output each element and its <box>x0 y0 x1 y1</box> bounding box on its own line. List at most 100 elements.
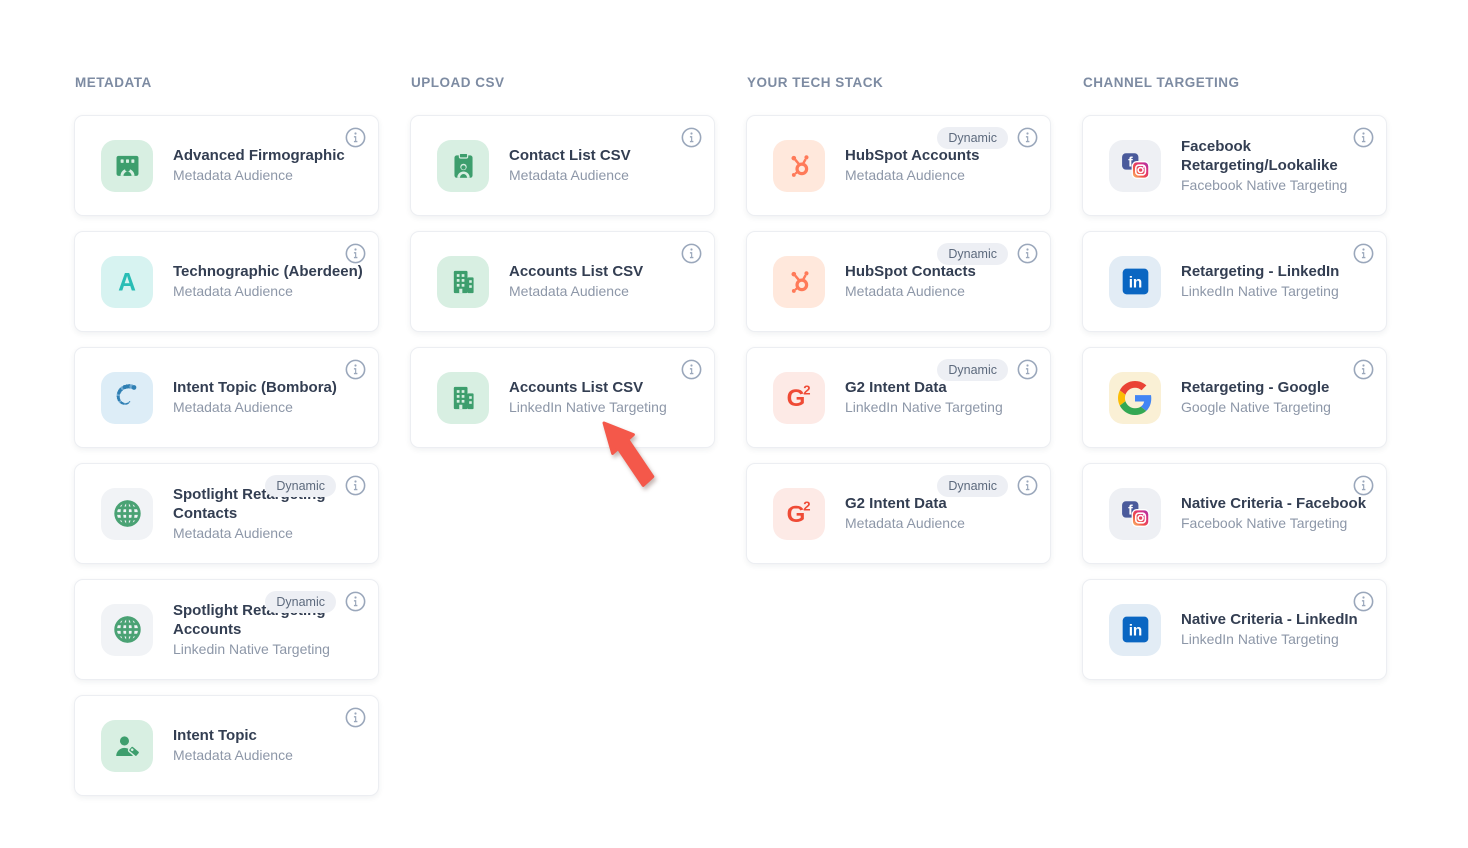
card-title: Accounts List CSV <box>509 378 714 397</box>
audience-card-technographic-aberdeen-[interactable]: A Technographic (Aberdeen) Metadata Audi… <box>74 231 379 332</box>
card-title: Retargeting - LinkedIn <box>1181 262 1386 281</box>
card-text: G2 Intent Data Metadata Audience <box>845 494 1050 533</box>
card-subtitle: Metadata Audience <box>509 166 714 185</box>
card-subtitle: Metadata Audience <box>845 514 1050 533</box>
dynamic-badge: Dynamic <box>937 243 1008 265</box>
info-icon[interactable] <box>1353 591 1374 612</box>
building-person-icon <box>101 140 153 192</box>
card-text: Advanced Firmographic Metadata Audience <box>173 146 378 185</box>
card-subtitle: LinkedIn Native Targeting <box>509 398 714 417</box>
audience-card-g2-intent-data[interactable]: Dynamic G 2 G2 Intent Data Metadata Audi… <box>746 463 1051 564</box>
audience-card-retargeting-linkedin[interactable]: in Retargeting - LinkedIn LinkedIn Nativ… <box>1082 231 1387 332</box>
card-list: f Facebook Retargeting/Lookalike Faceboo… <box>1082 115 1387 680</box>
card-text: Accounts List CSV Metadata Audience <box>509 262 714 301</box>
dynamic-badge: Dynamic <box>265 591 336 613</box>
card-text: HubSpot Contacts Metadata Audience <box>845 262 1050 301</box>
column-header: METADATA <box>75 76 379 90</box>
card-title: Intent Topic <box>173 726 378 745</box>
audience-card-intent-topic[interactable]: Intent Topic Metadata Audience <box>74 695 379 796</box>
info-icon[interactable] <box>681 243 702 264</box>
audience-card-spotlight-retargeting-accounts[interactable]: Dynamic Spotlight Retargeting Accounts L… <box>74 579 379 680</box>
card-subtitle: Metadata Audience <box>173 398 378 417</box>
card-subtitle: LinkedIn Native Targeting <box>1181 282 1386 301</box>
info-icon[interactable] <box>345 707 366 728</box>
svg-text:in: in <box>1128 274 1142 291</box>
info-icon[interactable] <box>1017 127 1038 148</box>
info-icon[interactable] <box>681 127 702 148</box>
catalog-column-upload-csv: UPLOAD CSV Contact List CSV Metadata Aud… <box>410 76 715 848</box>
audience-card-g2-intent-data[interactable]: Dynamic G 2 G2 Intent Data LinkedIn Nati… <box>746 347 1051 448</box>
card-text: Native Criteria - Facebook Facebook Nati… <box>1181 494 1386 533</box>
info-icon[interactable] <box>1017 475 1038 496</box>
audience-card-native-criteria-facebook[interactable]: f Native Criteria - Facebook Facebook Na… <box>1082 463 1387 564</box>
card-text: Intent Topic (Bombora) Metadata Audience <box>173 378 378 417</box>
info-icon[interactable] <box>1353 243 1374 264</box>
card-list: Contact List CSV Metadata Audience Accou… <box>410 115 715 448</box>
info-icon[interactable] <box>1017 243 1038 264</box>
card-title: Technographic (Aberdeen) <box>173 262 378 281</box>
facebook-instagram-icon: f <box>1109 140 1161 192</box>
audience-catalog-board: METADATA Advanced Firmographic Metadata … <box>0 0 1468 848</box>
dynamic-badge: Dynamic <box>937 127 1008 149</box>
card-text: G2 Intent Data LinkedIn Native Targeting <box>845 378 1050 417</box>
card-title: Retargeting - Google <box>1181 378 1386 397</box>
hubspot-icon <box>773 140 825 192</box>
info-icon[interactable] <box>1353 359 1374 380</box>
card-title: Accounts List CSV <box>509 262 714 281</box>
svg-text:in: in <box>1128 622 1142 639</box>
svg-text:A: A <box>118 269 136 296</box>
audience-card-hubspot-accounts[interactable]: Dynamic HubSpot Accounts Metadata Audien… <box>746 115 1051 216</box>
audience-card-accounts-list-csv[interactable]: Accounts List CSV Metadata Audience <box>410 231 715 332</box>
audience-card-contact-list-csv[interactable]: Contact List CSV Metadata Audience <box>410 115 715 216</box>
info-icon[interactable] <box>345 475 366 496</box>
audience-card-advanced-firmographic[interactable]: Advanced Firmographic Metadata Audience <box>74 115 379 216</box>
audience-card-retargeting-google[interactable]: Retargeting - Google Google Native Targe… <box>1082 347 1387 448</box>
column-header: UPLOAD CSV <box>411 76 715 90</box>
card-text: HubSpot Accounts Metadata Audience <box>845 146 1050 185</box>
card-subtitle: Facebook Native Targeting <box>1181 514 1386 533</box>
info-icon[interactable] <box>345 243 366 264</box>
catalog-column-channel-targeting: CHANNEL TARGETING f Facebook Retargeting… <box>1082 76 1387 848</box>
info-icon[interactable] <box>1353 475 1374 496</box>
facebook-instagram-icon: f <box>1109 488 1161 540</box>
card-subtitle: Metadata Audience <box>173 282 378 301</box>
card-text: Contact List CSV Metadata Audience <box>509 146 714 185</box>
audience-card-native-criteria-linkedin[interactable]: in Native Criteria - LinkedIn LinkedIn N… <box>1082 579 1387 680</box>
card-text: Accounts List CSV LinkedIn Native Target… <box>509 378 714 417</box>
card-subtitle: Metadata Audience <box>173 166 378 185</box>
card-subtitle: Metadata Audience <box>509 282 714 301</box>
dynamic-badge: Dynamic <box>937 475 1008 497</box>
dynamic-badge: Dynamic <box>937 359 1008 381</box>
google-icon <box>1109 372 1161 424</box>
card-text: Technographic (Aberdeen) Metadata Audien… <box>173 262 378 301</box>
svg-text:2: 2 <box>803 382 810 397</box>
audience-card-intent-topic-bombora-[interactable]: Intent Topic (Bombora) Metadata Audience <box>74 347 379 448</box>
office-building-icon <box>437 256 489 308</box>
audience-card-accounts-list-csv[interactable]: Accounts List CSV LinkedIn Native Target… <box>410 347 715 448</box>
info-icon[interactable] <box>345 359 366 380</box>
card-subtitle: Metadata Audience <box>845 166 1050 185</box>
card-text: Retargeting - LinkedIn LinkedIn Native T… <box>1181 262 1386 301</box>
card-subtitle: Linkedin Native Targeting <box>173 640 378 659</box>
info-icon[interactable] <box>345 127 366 148</box>
card-subtitle: LinkedIn Native Targeting <box>1181 630 1386 649</box>
letter-a-icon: A <box>101 256 153 308</box>
linkedin-icon: in <box>1109 604 1161 656</box>
info-icon[interactable] <box>1017 359 1038 380</box>
bombora-swirl-icon <box>101 372 153 424</box>
audience-card-hubspot-contacts[interactable]: Dynamic HubSpot Contacts Metadata Audien… <box>746 231 1051 332</box>
audience-card-spotlight-retargeting-contacts[interactable]: Dynamic Spotlight Retargeting Contacts M… <box>74 463 379 564</box>
catalog-column-your-tech-stack: YOUR TECH STACK Dynamic HubSpot Accounts… <box>746 76 1051 848</box>
dynamic-badge: Dynamic <box>265 475 336 497</box>
person-tag-icon <box>101 720 153 772</box>
card-subtitle: Facebook Native Targeting <box>1181 176 1386 195</box>
card-subtitle: Metadata Audience <box>173 524 378 543</box>
info-icon[interactable] <box>681 359 702 380</box>
card-title: Intent Topic (Bombora) <box>173 378 378 397</box>
audience-card-facebook-retargeting-lookalike[interactable]: f Facebook Retargeting/Lookalike Faceboo… <box>1082 115 1387 216</box>
info-icon[interactable] <box>1353 127 1374 148</box>
hubspot-icon <box>773 256 825 308</box>
info-icon[interactable] <box>345 591 366 612</box>
card-list: Advanced Firmographic Metadata Audience … <box>74 115 379 796</box>
card-subtitle: LinkedIn Native Targeting <box>845 398 1050 417</box>
